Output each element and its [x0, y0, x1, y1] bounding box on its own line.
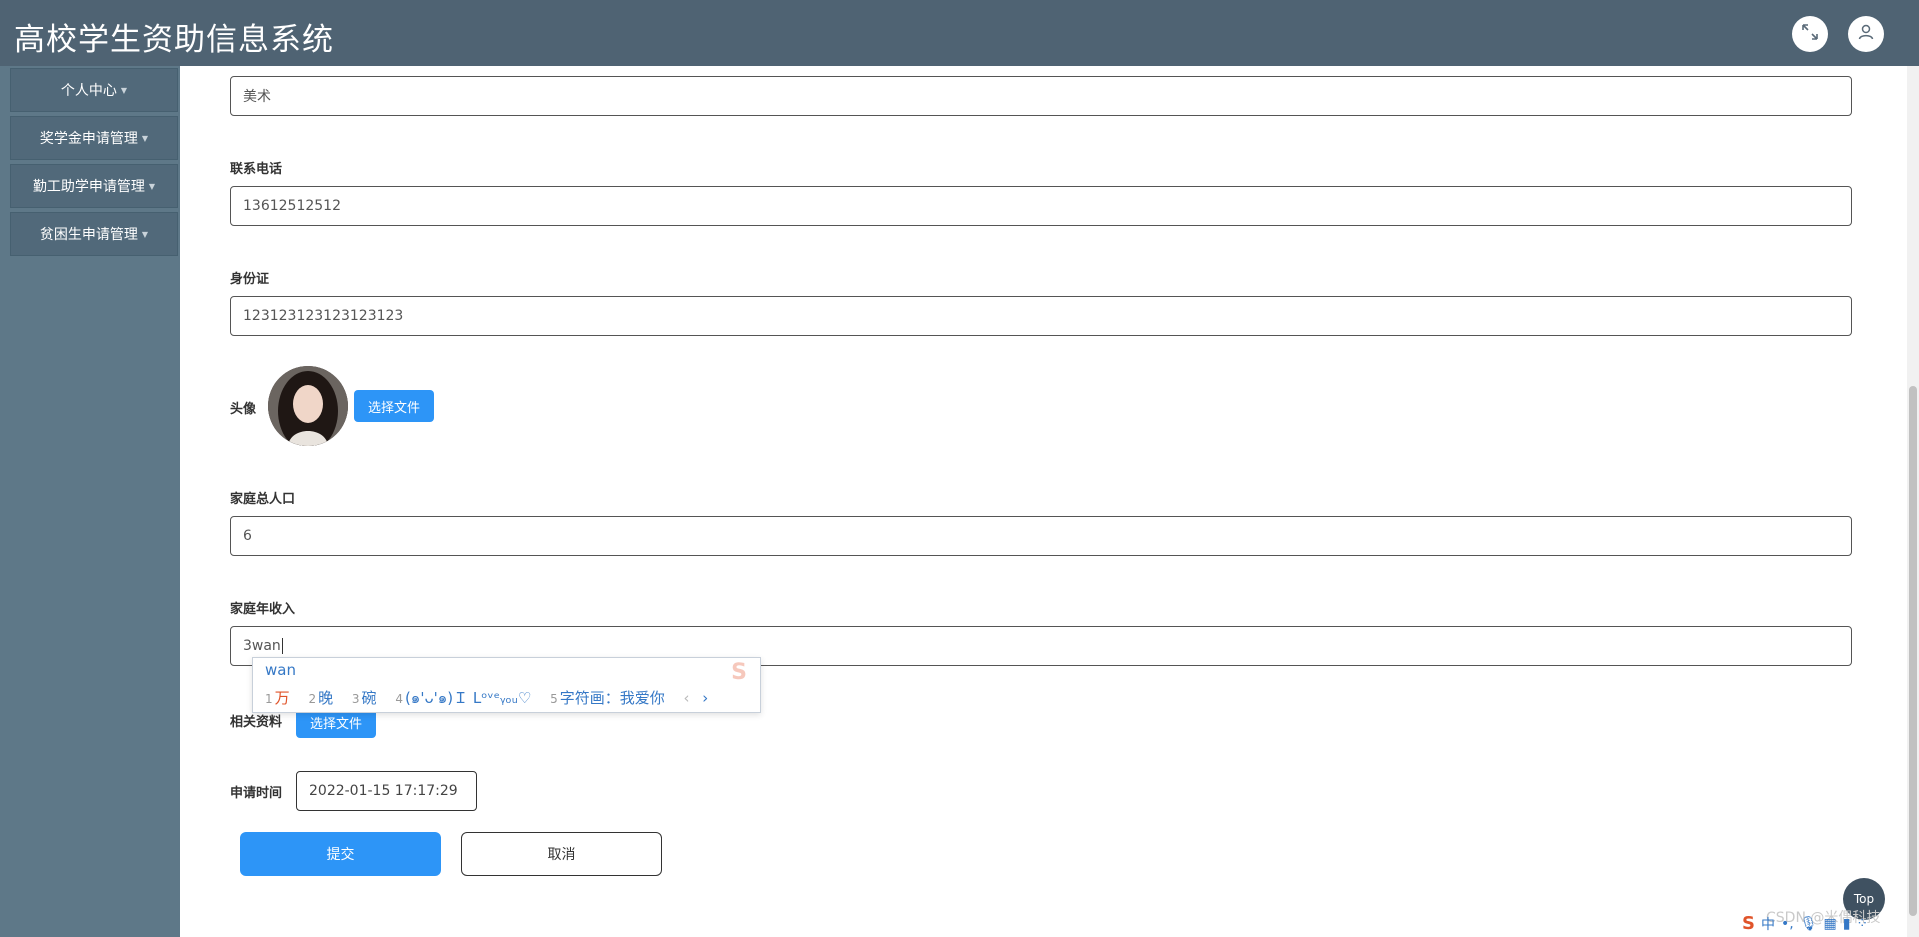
scrollbar-thumb[interactable] — [1909, 386, 1917, 916]
sidebar-item-scholarship[interactable]: 奖学金申请管理 ▼ — [10, 116, 178, 160]
sogou-logo-icon: S — [1742, 913, 1755, 934]
microphone-icon[interactable]: 🎙 — [1800, 916, 1818, 932]
caret-down-icon: ▼ — [148, 181, 156, 191]
ime-candidate[interactable]: 3碗 — [352, 689, 377, 707]
avatar-choose-file-button[interactable]: 选择文件 — [354, 390, 434, 422]
phone-label: 联系电话 — [230, 162, 283, 177]
sidebar: 个人中心 ▼ 奖学金申请管理 ▼ 勤工助学申请管理 ▼ 贫困生申请管理 ▼ — [0, 66, 180, 937]
family-income-label: 家庭年收入 — [230, 602, 296, 617]
income-text: 3wan — [243, 638, 281, 654]
submit-button[interactable]: 提交 — [240, 832, 441, 876]
avatar-label: 头像 — [230, 402, 257, 417]
id-card-label: 身份证 — [230, 272, 270, 287]
ime-candidate[interactable]: 2晚 — [308, 689, 333, 707]
keyboard-icon[interactable]: ▦ — [1823, 916, 1836, 932]
ime-candidates: 1万 2晚 3碗 4 (๑'ᴗ'๑)Ｉ Lᵒᵛᵉᵧₒᵤ♡ 5 字符画：我爱你 ‹ › — [265, 686, 708, 710]
page-scrollbar[interactable] — [1907, 66, 1919, 937]
apply-time-label: 申请时间 — [230, 786, 283, 801]
sidebar-item-label: 贫困生申请管理 — [39, 227, 138, 243]
sidebar-item-work-study[interactable]: 勤工助学申请管理 ▼ — [10, 164, 178, 208]
top-header: 高校学生资助信息系统 — [0, 0, 1919, 66]
caret-down-icon: ▼ — [141, 229, 149, 239]
expand-icon — [1801, 23, 1819, 46]
ime-candidate[interactable]: 5 字符画：我爱你 — [550, 689, 665, 707]
ime-lang-indicator[interactable]: 中 — [1761, 914, 1775, 934]
ime-prev-page-icon[interactable]: ‹ — [684, 689, 690, 707]
user-button[interactable] — [1848, 16, 1884, 52]
major-input[interactable]: 美术 — [230, 76, 1852, 116]
caret-down-icon: ▼ — [120, 85, 128, 95]
family-size-input[interactable]: 6 — [230, 516, 1852, 556]
avatar-image — [268, 366, 348, 446]
sogou-logo-icon: S — [731, 660, 747, 685]
phone-input[interactable]: 13612512512 — [230, 186, 1852, 226]
ime-candidate-window: wan S 1万 2晚 3碗 4 (๑'ᴗ'๑)Ｉ Lᵒᵛᵉᵧₒᵤ♡ 5 字符画：我… — [252, 657, 761, 713]
user-icon — [1857, 23, 1875, 46]
docs-label: 相关资料 — [230, 715, 283, 730]
ime-toolbar: S 中 •, 🎙 ▦ ▮ ⁘ — [1742, 910, 1868, 937]
cancel-button[interactable]: 取消 — [461, 832, 662, 876]
ime-next-page-icon[interactable]: › — [702, 689, 708, 707]
sidebar-item-poverty[interactable]: 贫困生申请管理 ▼ — [10, 212, 178, 256]
sidebar-item-label: 个人中心 — [60, 83, 117, 99]
ime-candidate[interactable]: 1万 — [265, 689, 290, 707]
text-caret — [281, 638, 283, 654]
punctuation-icon[interactable]: •, — [1781, 916, 1794, 932]
caret-down-icon: ▼ — [141, 133, 149, 143]
sidebar-item-label: 勤工助学申请管理 — [32, 179, 145, 195]
id-card-input[interactable]: 123123123123123123 — [230, 296, 1852, 336]
skin-icon[interactable]: ▮ — [1843, 916, 1851, 932]
sidebar-item-personal-center[interactable]: 个人中心 ▼ — [10, 68, 178, 112]
ime-candidate[interactable]: 4 (๑'ᴗ'๑)Ｉ Lᵒᵛᵉᵧₒᵤ♡ — [395, 689, 531, 707]
family-size-label: 家庭总人口 — [230, 492, 296, 507]
apply-time-input[interactable]: 2022-01-15 17:17:29 — [296, 771, 477, 811]
app-title: 高校学生资助信息系统 — [14, 22, 334, 58]
ime-composition: wan — [265, 661, 296, 679]
grid-menu-icon[interactable]: ⁘ — [1856, 916, 1868, 932]
sidebar-item-label: 奖学金申请管理 — [39, 131, 138, 147]
fullscreen-button[interactable] — [1792, 16, 1828, 52]
